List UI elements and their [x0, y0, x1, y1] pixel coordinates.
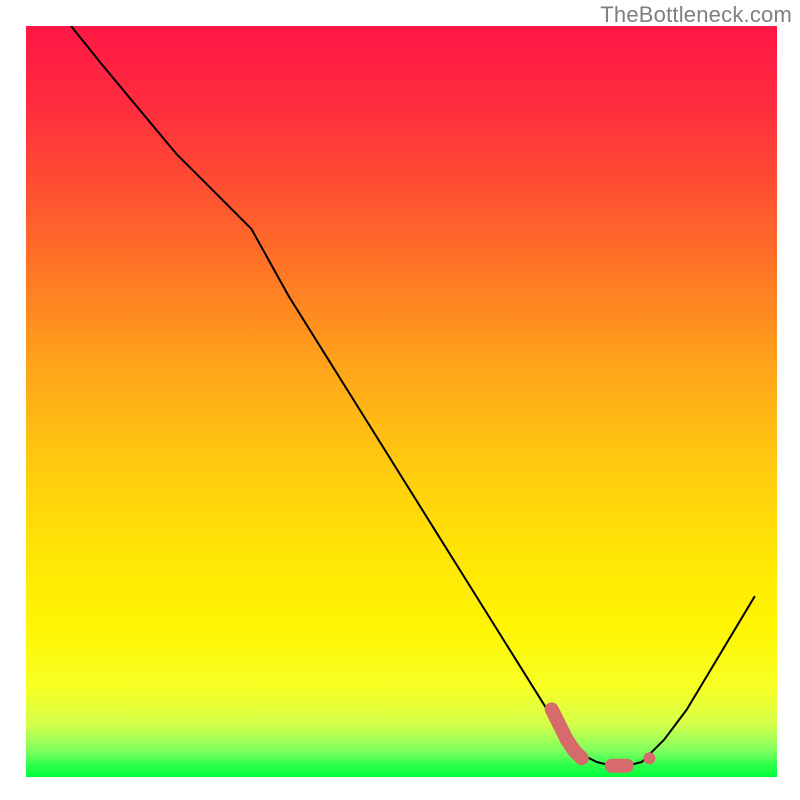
chart-stage: TheBottleneck.com	[0, 0, 800, 800]
optimal-end-dot	[643, 752, 655, 764]
gradient-background	[26, 26, 777, 777]
bottleneck-chart	[0, 0, 800, 800]
watermark-text: TheBottleneck.com	[600, 2, 792, 28]
